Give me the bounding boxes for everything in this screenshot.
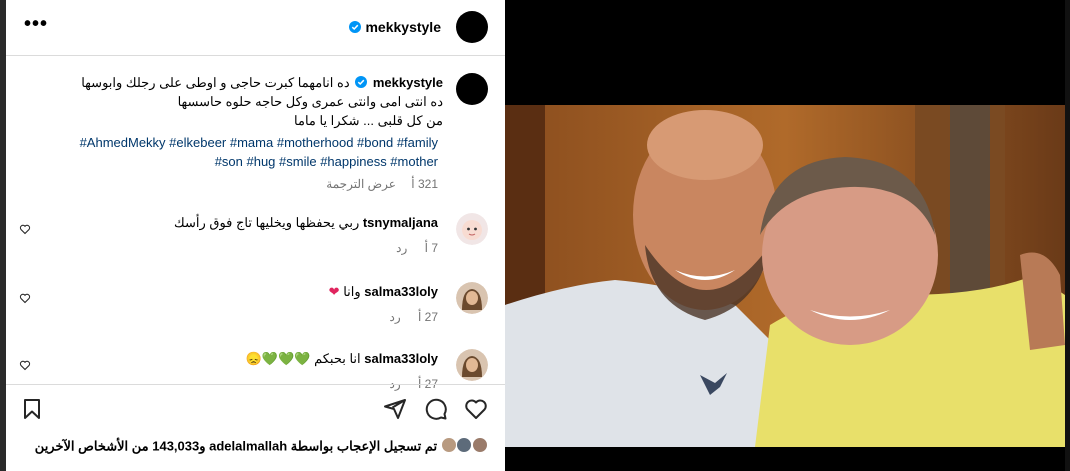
comment-icon[interactable] [424, 397, 448, 421]
post-actions-bar [6, 384, 505, 435]
post-photo-image [505, 105, 1065, 447]
hashtags[interactable]: #AhmedMekky #elkebeer #mama #motherhood … [18, 133, 438, 171]
caption-meta: 321 أ عرض الترجمة [314, 177, 438, 191]
commenter-avatar[interactable] [456, 282, 488, 314]
like-comment-heart-icon[interactable] [19, 223, 31, 235]
likes-text[interactable]: تم تسجيل الإعجاب بواسطة adelalmallah و14… [35, 438, 437, 453]
caption-line-3: من كل قلبى ... شكرا يا ماما [294, 113, 443, 128]
comment-text: tsnymaljana ربي يحفظها ويخليها تاج فوق ر… [174, 215, 438, 231]
caption-avatar[interactable] [456, 73, 488, 105]
author-avatar[interactable] [456, 11, 488, 43]
comment-body: ربي يحفظها ويخليها تاج فوق رأسك [174, 215, 360, 230]
liker-avatars [440, 437, 488, 457]
liker-avatar [440, 437, 457, 453]
reply-button[interactable]: رد [389, 310, 400, 324]
like-heart-icon[interactable] [464, 397, 488, 421]
see-translation-link[interactable]: عرض الترجمة [326, 177, 396, 191]
save-bookmark-icon[interactable] [20, 397, 44, 421]
post-photo[interactable] [505, 105, 1065, 447]
comment-username[interactable]: salma33loly [364, 284, 438, 299]
hashtags-line-2[interactable]: #son #hug #smile #happiness #mother [215, 154, 438, 169]
header-username-group[interactable]: mekkystyle [349, 19, 441, 35]
likes-summary[interactable]: تم تسجيل الإعجاب بواسطة adelalmallah و14… [28, 437, 488, 457]
comment-body: وانا [343, 284, 361, 299]
comment-time[interactable]: 7 أ [425, 241, 438, 255]
comment-meta: 27 أ رد [375, 310, 438, 324]
comment-item: tsnymaljana ربي يحفظها ويخليها تاج فوق ر… [6, 213, 505, 273]
post-header: ••• mekkystyle [6, 0, 505, 56]
liker-avatar [472, 437, 488, 453]
more-options-button[interactable]: ••• [24, 13, 48, 36]
comment-time[interactable]: 27 أ [418, 310, 438, 324]
like-comment-heart-icon[interactable] [19, 292, 31, 304]
hashtags-line-1[interactable]: #AhmedMekky #elkebeer #mama #motherhood … [80, 135, 438, 150]
comment-meta: 7 أ رد [382, 241, 438, 255]
comment-username[interactable]: salma33loly [364, 351, 438, 366]
caption-username[interactable]: mekkystyle [373, 75, 443, 90]
commenter-avatar[interactable] [456, 213, 488, 245]
like-comment-heart-icon[interactable] [19, 359, 31, 371]
comment-body: انا بحبكم [314, 351, 361, 366]
comment-username[interactable]: tsnymaljana [363, 215, 438, 230]
header-username[interactable]: mekkystyle [365, 19, 441, 35]
comment-text: salma33loly انا بحبكم 💚💚💚😞 [246, 351, 438, 367]
caption-line-1: ده انامهما كبرت حاجى و اوطى على رجلك واب… [81, 75, 350, 90]
commenter-avatar[interactable] [456, 349, 488, 381]
share-send-icon[interactable] [383, 397, 407, 421]
verified-badge-icon [355, 76, 368, 88]
comment-emoji: ❤ [328, 284, 340, 299]
caption-line-2: ده انتى امى وانتى عمرى وكل حاجه حلوه حاس… [177, 94, 443, 109]
liker-avatar [456, 437, 473, 453]
comment-item: salma33loly وانا ❤ 27 أ رد [6, 282, 505, 342]
post-caption: mekkystyle ده انامهما كبرت حاجى و اوطى ع… [23, 73, 443, 130]
background-edge [1065, 0, 1070, 471]
comment-emoji: 💚💚💚😞 [245, 351, 311, 366]
post-detail-panel: ••• mekkystyle mekkystyle ده انامهما كبر… [6, 0, 505, 471]
caption-time[interactable]: 321 أ [411, 177, 438, 191]
reply-button[interactable]: رد [396, 241, 407, 255]
verified-badge-icon [349, 21, 362, 33]
comment-text: salma33loly وانا ❤ [329, 284, 438, 300]
